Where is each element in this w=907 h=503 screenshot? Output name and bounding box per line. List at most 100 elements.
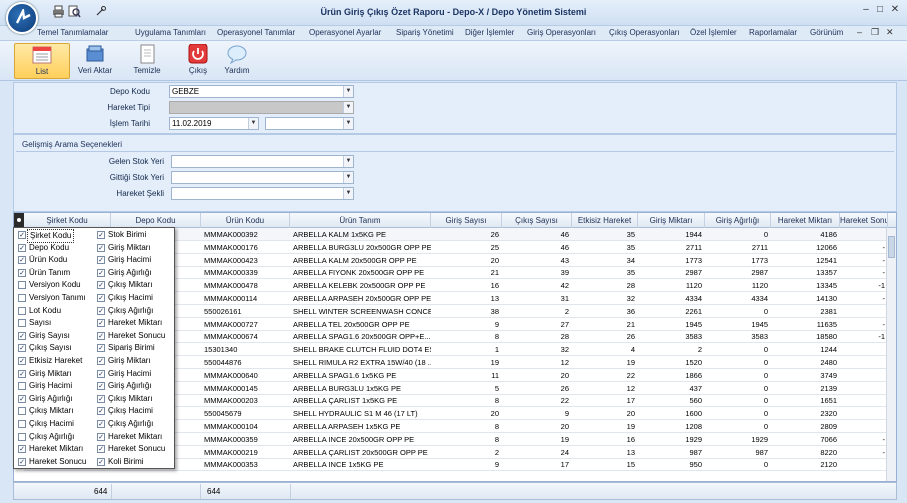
calendar-dropdown-icon[interactable]: ▼	[343, 118, 353, 129]
checkbox[interactable]	[18, 432, 26, 441]
column-header[interactable]: Giriş Ağırlığı	[705, 213, 771, 228]
mdi-restore-button[interactable]: ❐	[871, 27, 879, 38]
checkbox[interactable]: ✓	[97, 357, 105, 365]
hareket-tipi-combo[interactable]: ▼	[169, 101, 354, 114]
column-option[interactable]: ✓ Giriş Miktarı	[95, 242, 175, 255]
menu-operasyonel-ayarlar[interactable]: Operasyonel Ayarlar	[309, 28, 381, 37]
checkbox[interactable]: ✓	[97, 382, 105, 391]
column-option[interactable]: ✓ Çıkış Hacimi	[95, 292, 175, 305]
gelen-stok-yeri-combo[interactable]: ▼	[171, 155, 354, 168]
menu-raporlamalar[interactable]: Raporlamalar	[749, 28, 797, 37]
checkbox[interactable]: ✓	[97, 420, 105, 428]
close-button[interactable]: ✕	[889, 4, 901, 16]
checkbox[interactable]: ✓	[18, 231, 26, 239]
column-option[interactable]: Çıkış Hacimi	[16, 418, 96, 431]
column-option[interactable]: ✓ Giriş Ağırlığı	[95, 267, 175, 280]
column-option[interactable]: ✓ Koli Birimi	[95, 456, 175, 469]
checkbox[interactable]	[18, 382, 26, 391]
menu-giris-operasyonlari[interactable]: Giriş Operasyonları	[527, 28, 596, 37]
mdi-close-button[interactable]: ✕	[886, 27, 894, 38]
column-header[interactable]: Depo Kodu	[111, 213, 201, 228]
column-option[interactable]: ✓ Giriş Ağırlığı	[16, 393, 96, 406]
column-chooser-button[interactable]	[14, 213, 24, 228]
checkbox[interactable]: ✓	[97, 243, 105, 252]
checkbox[interactable]: ✓	[18, 457, 26, 466]
column-option[interactable]: ✓ Etkisiz Hareket	[16, 355, 96, 368]
column-option[interactable]: ✓ Hareket Sonucu	[95, 330, 175, 343]
calendar-dropdown-icon[interactable]: ▼	[248, 118, 258, 129]
column-header[interactable]: Çıkış Sayısı	[502, 213, 572, 228]
column-option[interactable]: ✓ Ürün Kodu	[16, 254, 96, 267]
checkbox[interactable]	[18, 407, 26, 416]
clear-button[interactable]: Temizle	[128, 43, 166, 79]
scrollbar-thumb[interactable]	[888, 236, 895, 258]
checkbox[interactable]: ✓	[18, 256, 26, 265]
column-option[interactable]: ✓ Çıkış Hacimi	[95, 405, 175, 418]
dropdown-arrow-icon[interactable]: ▼	[343, 156, 353, 167]
column-option[interactable]: Lot Kodu	[16, 305, 96, 318]
column-option[interactable]: Çıkış Miktarı	[16, 405, 96, 418]
column-option[interactable]: ✓ Çıkış Sayısı	[16, 342, 96, 355]
checkbox[interactable]: ✓	[97, 344, 105, 353]
dropdown-arrow-icon[interactable]: ▼	[343, 102, 353, 113]
menu-diger-islemler[interactable]: Diğer İşlemler	[465, 28, 514, 37]
checkbox[interactable]: ✓	[18, 445, 26, 454]
islem-tarihi-end-date[interactable]: ▼	[265, 117, 354, 130]
column-option[interactable]: ✓ Hareket Miktarı	[16, 443, 96, 456]
checkbox[interactable]: ✓	[18, 268, 26, 277]
checkbox[interactable]: ✓	[97, 281, 105, 290]
column-option[interactable]: ✓ Stok Birimi	[95, 229, 175, 242]
checkbox[interactable]: ✓	[97, 369, 105, 378]
column-option[interactable]: ✓ Giriş Sayısı	[16, 330, 96, 343]
checkbox[interactable]	[18, 281, 26, 290]
column-option[interactable]: ✓ Çıkış Miktarı	[95, 393, 175, 406]
checkbox[interactable]	[18, 306, 26, 315]
column-header[interactable]: Ürün Kodu	[201, 213, 290, 228]
checkbox[interactable]: ✓	[97, 306, 105, 315]
app-logo-icon[interactable]	[6, 2, 38, 34]
column-header[interactable]: Hareket Miktarı	[771, 213, 840, 228]
menu-cikis-operasyonlari[interactable]: Çıkış Operasyonları	[609, 28, 680, 37]
column-option[interactable]: ✓ Şirket Kodu	[16, 229, 96, 243]
dropdown-arrow-icon[interactable]: ▼	[343, 188, 353, 199]
column-option[interactable]: ✓ Hareket Sonucu	[95, 443, 175, 456]
column-option[interactable]: ✓ Giriş Hacimi	[95, 254, 175, 267]
menu-temel-tanimlamalar[interactable]: Temel Tanımlamalar	[37, 28, 108, 37]
checkbox[interactable]: ✓	[97, 407, 105, 416]
column-option[interactable]: ✓ Giriş Miktarı	[95, 355, 175, 368]
column-option[interactable]: ✓ Çıkış Ağırlığı	[95, 305, 175, 318]
mdi-minimize-button[interactable]: –	[857, 27, 862, 37]
column-option[interactable]: ✓ Giriş Hacimi	[95, 368, 175, 381]
checkbox[interactable]: ✓	[97, 319, 105, 328]
checkbox[interactable]	[18, 420, 26, 428]
help-button[interactable]: Yardım	[220, 43, 254, 79]
column-option[interactable]: ✓ Ürün Tanım	[16, 267, 96, 280]
column-header[interactable]: Şirket Kodu	[24, 213, 111, 228]
export-button[interactable]: Veri Aktar	[74, 43, 116, 79]
column-option[interactable]: ✓ Giriş Miktarı	[16, 368, 96, 381]
maximize-button[interactable]: □	[874, 4, 886, 16]
column-option[interactable]: Versiyon Tanımı	[16, 292, 96, 305]
islem-tarihi-start-date[interactable]: 11.02.2019 ▼	[169, 117, 259, 130]
checkbox[interactable]: ✓	[97, 457, 105, 466]
menu-siparis-yonetimi[interactable]: Sipariş Yönetimi	[396, 28, 454, 37]
menu-gorunum[interactable]: Görünüm	[810, 28, 843, 37]
checkbox[interactable]: ✓	[18, 394, 26, 403]
checkbox[interactable]: ✓	[97, 394, 105, 403]
checkbox[interactable]	[18, 319, 26, 328]
minimize-button[interactable]: –	[860, 4, 872, 16]
column-header[interactable]: Ürün Tanım	[290, 213, 431, 228]
checkbox[interactable]: ✓	[97, 256, 105, 265]
column-option[interactable]: Giriş Hacimi	[16, 380, 96, 393]
column-option[interactable]: ✓ Hareket Sonucu	[16, 456, 96, 469]
checkbox[interactable]: ✓	[18, 243, 26, 252]
column-option[interactable]: Versiyon Kodu	[16, 279, 96, 292]
gittigi-stok-yeri-combo[interactable]: ▼	[171, 171, 354, 184]
column-option[interactable]: Çıkış Ağırlığı	[16, 431, 96, 444]
depo-kodu-combo[interactable]: GEBZE ▼	[169, 85, 354, 98]
column-option[interactable]: Sayısı	[16, 317, 96, 330]
menu-ozel-islemler[interactable]: Özel İşlemler	[690, 28, 737, 37]
checkbox[interactable]: ✓	[97, 432, 105, 441]
hareket-sekli-combo[interactable]: ▼	[171, 187, 354, 200]
checkbox[interactable]: ✓	[97, 445, 105, 454]
